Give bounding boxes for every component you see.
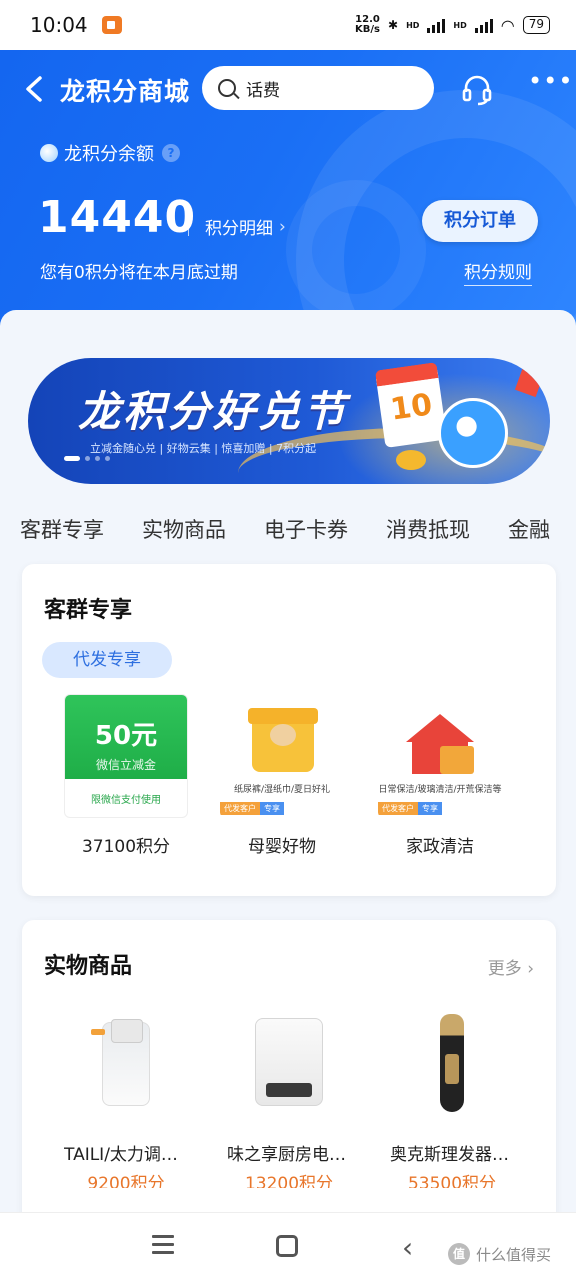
points-balance: 14440 xyxy=(38,192,197,243)
chevron-right-icon: › xyxy=(521,959,534,979)
hd-label-1: HD xyxy=(406,20,420,30)
balance-label: 龙积分余额 ? xyxy=(40,140,180,166)
voucher-subtitle: 微信立减金 xyxy=(95,758,156,772)
product-name: 奥克斯理发器A5 xyxy=(390,1145,514,1165)
page-title: 龙积分商城 xyxy=(60,77,191,106)
more-options-icon[interactable]: ••• xyxy=(528,69,572,100)
content-sheet: 龙积分好兑节 立减金随心兑 | 好物云集 | 惊喜加赠 | 7积分起 10 客群… xyxy=(0,310,576,1230)
status-indicators: 12.0 KB/s ✱ HD HD ◠ 79 xyxy=(355,15,550,35)
exclusive-section: 客群专享 代发专享 50元 微信立减金 限微信支付使用 37100积分 纸尿裤/… xyxy=(22,564,556,896)
seasoning-bottle-image xyxy=(91,1019,150,1106)
product-card-seasoning-bottle[interactable]: TAILI/太力调料… 9200积分 xyxy=(64,1002,188,1194)
product-card-baby-goods[interactable]: 纸尿裤/湿纸巾/夏日好礼 代发客户 专享 母婴好物 xyxy=(220,694,344,857)
status-bar: 10:04 12.0 KB/s ✱ HD HD ◠ 79 xyxy=(0,0,576,50)
status-time: 10:04 xyxy=(30,13,88,37)
points-coin-icon xyxy=(40,144,58,162)
customer-service-headset-icon[interactable] xyxy=(460,72,494,106)
calendar-number: 10 xyxy=(388,387,435,428)
kitchen-scale-image xyxy=(255,1018,323,1106)
banner-title: 龙积分好兑节 xyxy=(78,387,349,436)
product-card-wechat-voucher[interactable]: 50元 微信立减金 限微信支付使用 37100积分 xyxy=(64,694,188,857)
product-name: 味之享厨房电子… xyxy=(227,1145,351,1165)
tag-exclusive: 专享 xyxy=(418,802,442,815)
product-card-hair-clipper[interactable]: 奥克斯理发器A5 53500积分 xyxy=(390,1002,514,1194)
product-image xyxy=(64,1002,188,1126)
product-label: 母婴好物 xyxy=(248,837,316,857)
tag-customer: 代发客户 xyxy=(378,802,418,815)
hair-clipper-image xyxy=(440,1014,464,1112)
wifi-icon: ◠ xyxy=(500,15,515,35)
tab-physical-goods[interactable]: 实物商品 xyxy=(142,514,226,544)
category-tabs: 客群专享 实物商品 电子卡券 消费抵现 金融 xyxy=(20,514,550,544)
search-input[interactable] xyxy=(246,78,396,98)
calendar-icon: 10 xyxy=(374,362,448,448)
points-rules-link[interactable]: 积分规则 xyxy=(464,258,532,286)
product-card-housekeeping[interactable]: 日常保洁/玻璃清洁/开荒保洁等 代发客户 专享 家政清洁 xyxy=(378,694,502,857)
tile-caption: 日常保洁/玻璃清洁/开荒保洁等 xyxy=(378,785,502,795)
watermark-text: 什么值得买 xyxy=(476,1245,552,1264)
more-goods-link[interactable]: 更多 › xyxy=(488,954,534,979)
recent-apps-icon[interactable] xyxy=(152,1235,174,1255)
points-orders-button[interactable]: 积分订单 xyxy=(422,200,538,242)
signal-icon-1 xyxy=(427,17,446,33)
signal-icon-2 xyxy=(474,17,493,33)
system-nav-bar: ‹ 值 什么值得买 xyxy=(0,1212,576,1280)
hd-label-2: HD xyxy=(453,20,467,30)
watermark: 值 什么值得买 xyxy=(448,1243,551,1265)
exclusive-tag: 代发客户 专享 xyxy=(378,802,442,815)
mascot-image xyxy=(438,398,508,468)
more-link-label: 更多 xyxy=(487,959,522,979)
balance-label-text: 龙积分余额 xyxy=(64,144,154,165)
voucher-image: 50元 微信立减金 限微信支付使用 xyxy=(64,694,188,818)
search-bar[interactable] xyxy=(202,66,434,110)
points-header: 龙积分商城 ••• 龙积分余额 ? 14440 积分明细 › 积分订单 您有0积… xyxy=(0,50,576,350)
header-decoration-small xyxy=(286,180,426,320)
exclusive-chip[interactable]: 代发专享 xyxy=(42,642,172,678)
help-icon[interactable]: ? xyxy=(162,144,180,162)
back-arrow-icon[interactable] xyxy=(22,72,46,106)
tag-exclusive: 专享 xyxy=(260,802,284,815)
housekeeping-image: 日常保洁/玻璃清洁/开荒保洁等 代发客户 专享 xyxy=(378,694,502,818)
product-card-kitchen-scale[interactable]: 味之享厨房电子… 13200积分 xyxy=(227,1002,351,1194)
banner-pagination xyxy=(64,456,110,461)
gift-box-icon xyxy=(248,708,318,772)
battery-indicator: 79 xyxy=(522,16,550,34)
tag-customer: 代发客户 xyxy=(220,802,260,815)
network-speed-unit: KB/s xyxy=(355,24,380,35)
section-title: 客群专享 xyxy=(44,598,133,623)
screen-record-icon xyxy=(101,16,122,34)
baby-goods-image: 纸尿裤/湿纸巾/夏日好礼 代发客户 专享 xyxy=(220,694,344,818)
exclusive-tag: 代发客户 专享 xyxy=(220,802,284,815)
tab-finance[interactable]: 金融 xyxy=(508,514,550,544)
promo-banner[interactable]: 龙积分好兑节 立减金随心兑 | 好物云集 | 惊喜加赠 | 7积分起 10 xyxy=(28,358,550,484)
product-label: 家政清洁 xyxy=(406,837,474,857)
coin-icon xyxy=(396,450,426,470)
watermark-logo: 值 xyxy=(448,1243,470,1265)
section-title: 实物商品 xyxy=(44,954,133,979)
product-name: TAILI/太力调料… xyxy=(64,1145,188,1165)
tab-e-vouchers[interactable]: 电子卡券 xyxy=(264,514,348,544)
tab-exclusive[interactable]: 客群专享 xyxy=(20,514,104,544)
product-label: 37100积分 xyxy=(81,837,171,857)
product-image xyxy=(227,1002,351,1126)
voucher-top: 50元 微信立减金 xyxy=(65,695,187,779)
back-icon[interactable]: ‹ xyxy=(402,1231,413,1264)
expire-notice: 您有0积分将在本月底过期 xyxy=(40,263,238,283)
bluetooth-icon: ✱ xyxy=(388,18,399,32)
banner-subtitle: 立减金随心兑 | 好物云集 | 惊喜加赠 | 7积分起 xyxy=(90,442,317,455)
voucher-note: 限微信支付使用 xyxy=(91,795,161,806)
points-detail-link[interactable]: 积分明细 › xyxy=(188,214,286,239)
goods-section: 实物商品 更多 › TAILI/太力调料… 9200积分 味之享厨房电子… 13… xyxy=(22,920,556,1230)
tile-caption: 纸尿裤/湿纸巾/夏日好礼 xyxy=(233,785,331,795)
chevron-right-icon: › xyxy=(279,216,286,237)
product-image xyxy=(390,1002,514,1126)
divider xyxy=(188,217,189,236)
house-icon xyxy=(406,714,476,778)
voucher-amount: 50元 xyxy=(94,721,158,751)
network-speed: 12.0 KB/s xyxy=(355,15,380,35)
home-icon[interactable] xyxy=(276,1235,298,1257)
search-icon xyxy=(218,79,236,97)
tab-cash-offset[interactable]: 消费抵现 xyxy=(386,514,470,544)
points-detail-label: 积分明细 xyxy=(205,219,273,239)
